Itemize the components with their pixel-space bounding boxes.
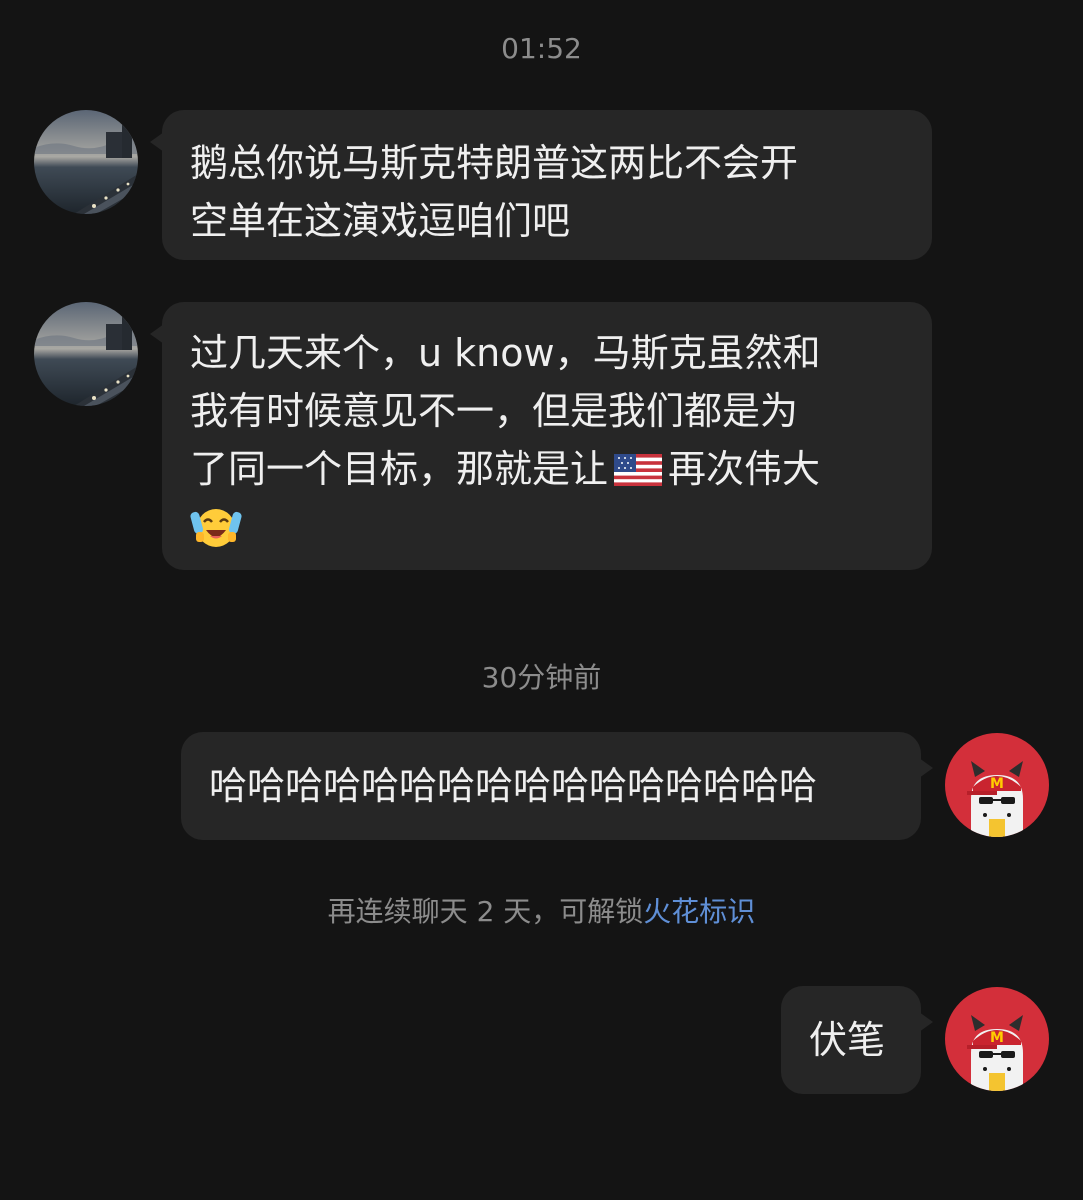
timestamp-top: 01:52 — [501, 32, 582, 65]
message-bubble-outgoing[interactable]: 伏笔 — [781, 986, 933, 1094]
message-line: 空单在这演戏逗咱们吧 — [190, 199, 571, 243]
message-line: 鹅总你说马斯克特朗普这两比不会开 — [190, 141, 799, 185]
message-line: 哈哈哈哈哈哈哈哈哈哈哈哈哈哈哈哈 — [209, 764, 818, 808]
message-line: 了同一个目标，那就是让 再次伟大 — [190, 440, 904, 502]
message-bubble-outgoing[interactable]: 哈哈哈哈哈哈哈哈哈哈哈哈哈哈哈哈 — [181, 732, 933, 840]
timestamp-middle: 30分钟前 — [481, 661, 602, 694]
landscape-avatar-icon — [34, 302, 138, 406]
message-text-segment: 再次伟大 — [668, 447, 821, 491]
message-line: 我有时候意见不一，但是我们都是为 — [190, 389, 799, 433]
message-line: 伏笔 — [809, 1018, 886, 1062]
spark-badge-link[interactable]: 火花标识 — [643, 895, 755, 928]
message-bubble-incoming[interactable]: 过几天来个，u know，马斯克虽然和 我有时候意见不一，但是我们都是为 了同一… — [150, 302, 932, 570]
message-line — [190, 502, 904, 566]
svg-text:M: M — [990, 776, 1004, 792]
streak-notice: 再连续聊天 2 天，可解锁火花标识 — [0, 890, 1083, 930]
self-avatar[interactable]: M — [945, 987, 1049, 1091]
message-line: 过几天来个，u know，马斯克虽然和 — [190, 331, 821, 375]
red-mascot-avatar-icon: M — [945, 987, 1049, 1091]
contact-avatar[interactable] — [34, 302, 138, 406]
self-avatar[interactable]: M — [945, 733, 1049, 837]
message-bubble-incoming[interactable]: 鹅总你说马斯克特朗普这两比不会开 空单在这演戏逗咱们吧 — [150, 110, 932, 260]
contact-avatar[interactable] — [34, 110, 138, 214]
laughing-face-icon — [190, 502, 242, 566]
landscape-avatar-icon — [34, 110, 138, 214]
svg-text:M: M — [990, 1030, 1004, 1046]
us-flag-icon — [614, 444, 663, 502]
message-text-segment: 了同一个目标，那就是让 — [190, 447, 609, 491]
streak-notice-text: 再连续聊天 2 天，可解锁 — [327, 895, 644, 928]
red-mascot-avatar-icon: M — [945, 733, 1049, 837]
